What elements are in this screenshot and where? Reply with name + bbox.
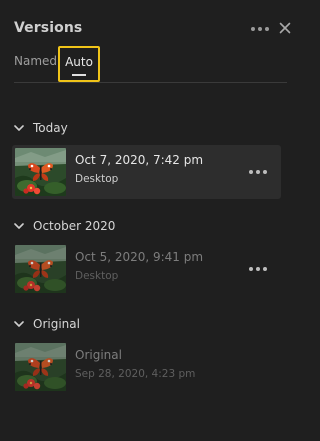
panel-header: Versions — [14, 20, 293, 40]
tab-named[interactable]: Named — [14, 46, 57, 80]
panel-title: Versions — [14, 20, 83, 36]
version-thumbnail — [15, 343, 66, 391]
version-tabs: Named Auto — [14, 46, 287, 83]
section-october-2020-label: October 2020 — [33, 219, 116, 233]
chevron-down-icon — [14, 321, 24, 327]
versions-panel: Versions Named Auto Today Oct 7, 2020, 7… — [0, 0, 305, 441]
tab-auto-label: Auto — [65, 55, 93, 69]
version-more-icon[interactable] — [249, 166, 267, 178]
tab-selected-indicator — [72, 74, 86, 76]
version-date: Oct 7, 2020, 7:42 pm — [75, 153, 204, 167]
version-date: Original — [75, 348, 122, 362]
section-original-label: Original — [33, 317, 80, 331]
version-source: Desktop — [75, 270, 119, 282]
section-today-label: Today — [33, 121, 68, 135]
chevron-down-icon — [14, 223, 24, 229]
close-icon[interactable] — [277, 20, 293, 36]
version-row[interactable]: Original Sep 28, 2020, 4:23 pm — [12, 340, 281, 394]
section-october-2020-header[interactable]: October 2020 — [14, 217, 115, 235]
version-source: Sep 28, 2020, 4:23 pm — [75, 368, 196, 380]
version-row[interactable]: Oct 7, 2020, 7:42 pm Desktop — [12, 145, 281, 199]
version-date: Oct 5, 2020, 9:41 pm — [75, 250, 204, 264]
tab-auto[interactable]: Auto — [58, 46, 100, 82]
version-more-icon[interactable] — [249, 263, 267, 275]
version-thumbnail — [15, 245, 66, 293]
chevron-down-icon — [14, 125, 24, 131]
panel-more-icon[interactable] — [251, 22, 269, 36]
section-today-header[interactable]: Today — [14, 119, 68, 137]
version-source: Desktop — [75, 173, 119, 185]
version-row[interactable]: Oct 5, 2020, 9:41 pm Desktop — [12, 242, 281, 296]
version-thumbnail — [15, 148, 66, 196]
section-original-header[interactable]: Original — [14, 315, 80, 333]
